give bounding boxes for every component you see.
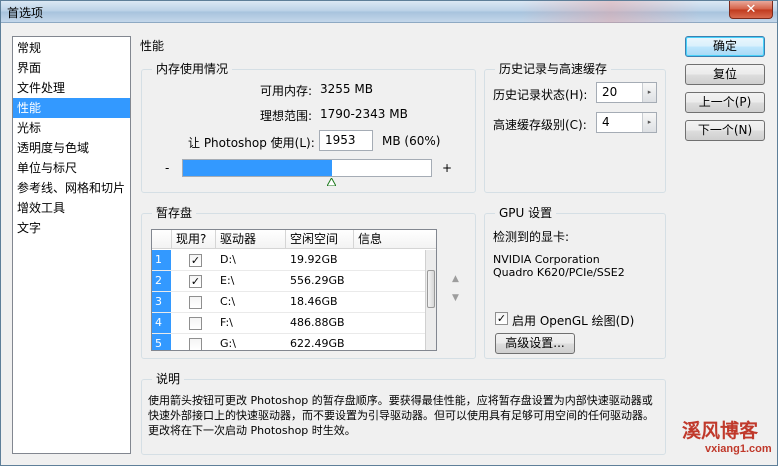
watermark-url: vxiang1.com	[705, 443, 772, 455]
detected-card-label: 检测到的显卡:	[493, 230, 570, 244]
title-bar: 首选项 ✕	[1, 1, 777, 23]
nav-item[interactable]: 界面	[13, 58, 130, 78]
drive-cell: E:\	[220, 274, 235, 287]
table-row[interactable]: 4 F:\ 486.88GB	[152, 313, 425, 334]
active-checkbox[interactable]: ✓	[189, 254, 202, 267]
active-checkbox[interactable]	[189, 296, 202, 309]
row-number: 2	[152, 271, 171, 291]
history-states-label: 历史记录状态(H):	[493, 88, 588, 102]
checkmark-icon: ✓	[190, 254, 201, 267]
free-space-cell: 556.29GB	[290, 274, 345, 287]
table-row[interactable]: 3 C:\ 18.46GB	[152, 292, 425, 313]
slider-plus-label: +	[442, 161, 453, 175]
page-title: 性能	[140, 39, 165, 53]
drive-cell: G:\	[220, 337, 236, 350]
nav-item[interactable]: 常规	[13, 38, 130, 58]
spin-arrow-icon[interactable]: ▸	[642, 83, 656, 102]
gpu-vendor: NVIDIA Corporation	[493, 253, 600, 266]
gpu-model: Quadro K620/PCIe/SSE2	[493, 266, 625, 279]
row-number: 1	[152, 250, 171, 270]
column-header[interactable]: 信息	[354, 230, 436, 249]
memory-unit-label: MB (60%)	[382, 134, 441, 148]
move-up-icon[interactable]: ▲	[452, 274, 459, 284]
table-row[interactable]: 2 ✓ E:\ 556.29GB	[152, 271, 425, 292]
memory-amount-input[interactable]: 1953	[319, 130, 373, 151]
photoshop-use-label: 让 Photoshop 使用(L):	[188, 136, 315, 150]
table-header: 现用? 驱动器 空闲空间 信息	[152, 230, 436, 249]
nav-item[interactable]: 单位与标尺	[13, 158, 130, 178]
history-group-label: 历史记录与高速缓存	[495, 62, 612, 76]
scratch-disk-table[interactable]: 现用? 驱动器 空闲空间 信息 1 ✓ D:\ 19.92GB 2 ✓ E:\ 556.29G…	[151, 229, 437, 351]
drive-cell: D:\	[220, 253, 236, 266]
drive-cell: F:\	[220, 316, 233, 329]
free-space-cell: 19.92GB	[290, 253, 338, 266]
watermark-title: 溪风博客	[682, 420, 759, 442]
scratch-group-label: 暂存盘	[152, 206, 197, 220]
advanced-settings-button[interactable]: 高级设置...	[495, 333, 575, 354]
free-space-cell: 622.49GB	[290, 337, 345, 350]
active-checkbox[interactable]	[189, 317, 202, 330]
table-scrollbar[interactable]	[425, 250, 436, 350]
active-checkbox[interactable]	[189, 338, 202, 350]
nav-item[interactable]: 文件处理	[13, 78, 130, 98]
watermark-logo: 溪风博客 vxiang1.com	[679, 419, 778, 466]
active-checkbox[interactable]: ✓	[189, 275, 202, 288]
reset-button[interactable]: 复位	[685, 64, 765, 85]
table-row[interactable]: 1 ✓ D:\ 19.92GB	[152, 250, 425, 271]
column-header[interactable]: 现用?	[172, 230, 216, 249]
opengl-checkbox[interactable]: ✓	[495, 312, 508, 325]
slider-thumb-icon[interactable]	[326, 178, 336, 186]
free-space-cell: 486.88GB	[290, 316, 345, 329]
window-title: 首选项	[7, 6, 44, 20]
available-memory-value: 3255 MB	[320, 82, 373, 96]
ideal-range-label: 理想范围:	[260, 109, 313, 123]
column-header[interactable]: 驱动器	[216, 230, 286, 249]
nav-item[interactable]: 参考线、网格和切片	[13, 178, 130, 198]
history-states-field[interactable]: 20 ▸	[596, 82, 657, 103]
next-button[interactable]: 下一个(N)	[685, 120, 765, 141]
spin-arrow-icon[interactable]: ▸	[642, 113, 656, 132]
category-list[interactable]: 常规 界面 文件处理 性能 光标 透明度与色域 单位与标尺 参考线、网格和切片 增效工具 文字	[12, 36, 131, 454]
ok-button[interactable]: 确定	[685, 36, 765, 57]
nav-item[interactable]: 文字	[13, 218, 130, 238]
nav-item[interactable]: 增效工具	[13, 198, 130, 218]
description-text: 使用箭头按钮可更改 Photoshop 的暂存盘顺序。要获得最佳性能，应将暂存盘…	[148, 394, 654, 437]
nav-item[interactable]: 性能	[13, 98, 130, 118]
memory-slider-fill	[183, 160, 332, 176]
free-space-cell: 18.46GB	[290, 295, 338, 308]
row-number: 5	[152, 334, 171, 350]
ideal-range-value: 1790-2343 MB	[320, 107, 408, 121]
cache-levels-value: 4	[602, 115, 610, 129]
row-number: 4	[152, 313, 171, 333]
opengl-label: 启用 OpenGL 绘图(D)	[512, 314, 635, 328]
memory-group-label: 内存使用情况	[152, 62, 233, 76]
checkmark-icon: ✓	[496, 312, 507, 325]
scrollbar-thumb[interactable]	[427, 270, 435, 308]
row-number: 3	[152, 292, 171, 312]
drive-cell: C:\	[220, 295, 236, 308]
available-memory-label: 可用内存:	[260, 84, 313, 98]
move-down-icon[interactable]: ▼	[452, 293, 459, 303]
history-states-value: 20	[602, 85, 618, 99]
description-group-label: 说明	[152, 372, 185, 386]
gpu-group-label: GPU 设置	[495, 206, 557, 220]
column-header[interactable]: 空闲空间	[286, 230, 354, 249]
checkmark-icon: ✓	[190, 275, 201, 288]
preferences-window: 首选项 ✕ 常规 界面 文件处理 性能 光标 透明度与色域 单位与标尺 参考线、网格和切片 增效…	[0, 0, 778, 466]
close-button[interactable]: ✕	[729, 1, 773, 19]
cache-levels-label: 高速缓存级别(C):	[493, 118, 587, 132]
memory-slider[interactable]	[182, 159, 432, 177]
slider-minus-label: -	[165, 161, 170, 175]
cache-levels-field[interactable]: 4 ▸	[596, 112, 657, 133]
nav-item[interactable]: 光标	[13, 118, 130, 138]
table-row[interactable]: 5 G:\ 622.49GB	[152, 334, 425, 350]
nav-item[interactable]: 透明度与色域	[13, 138, 130, 158]
previous-button[interactable]: 上一个(P)	[685, 92, 765, 113]
